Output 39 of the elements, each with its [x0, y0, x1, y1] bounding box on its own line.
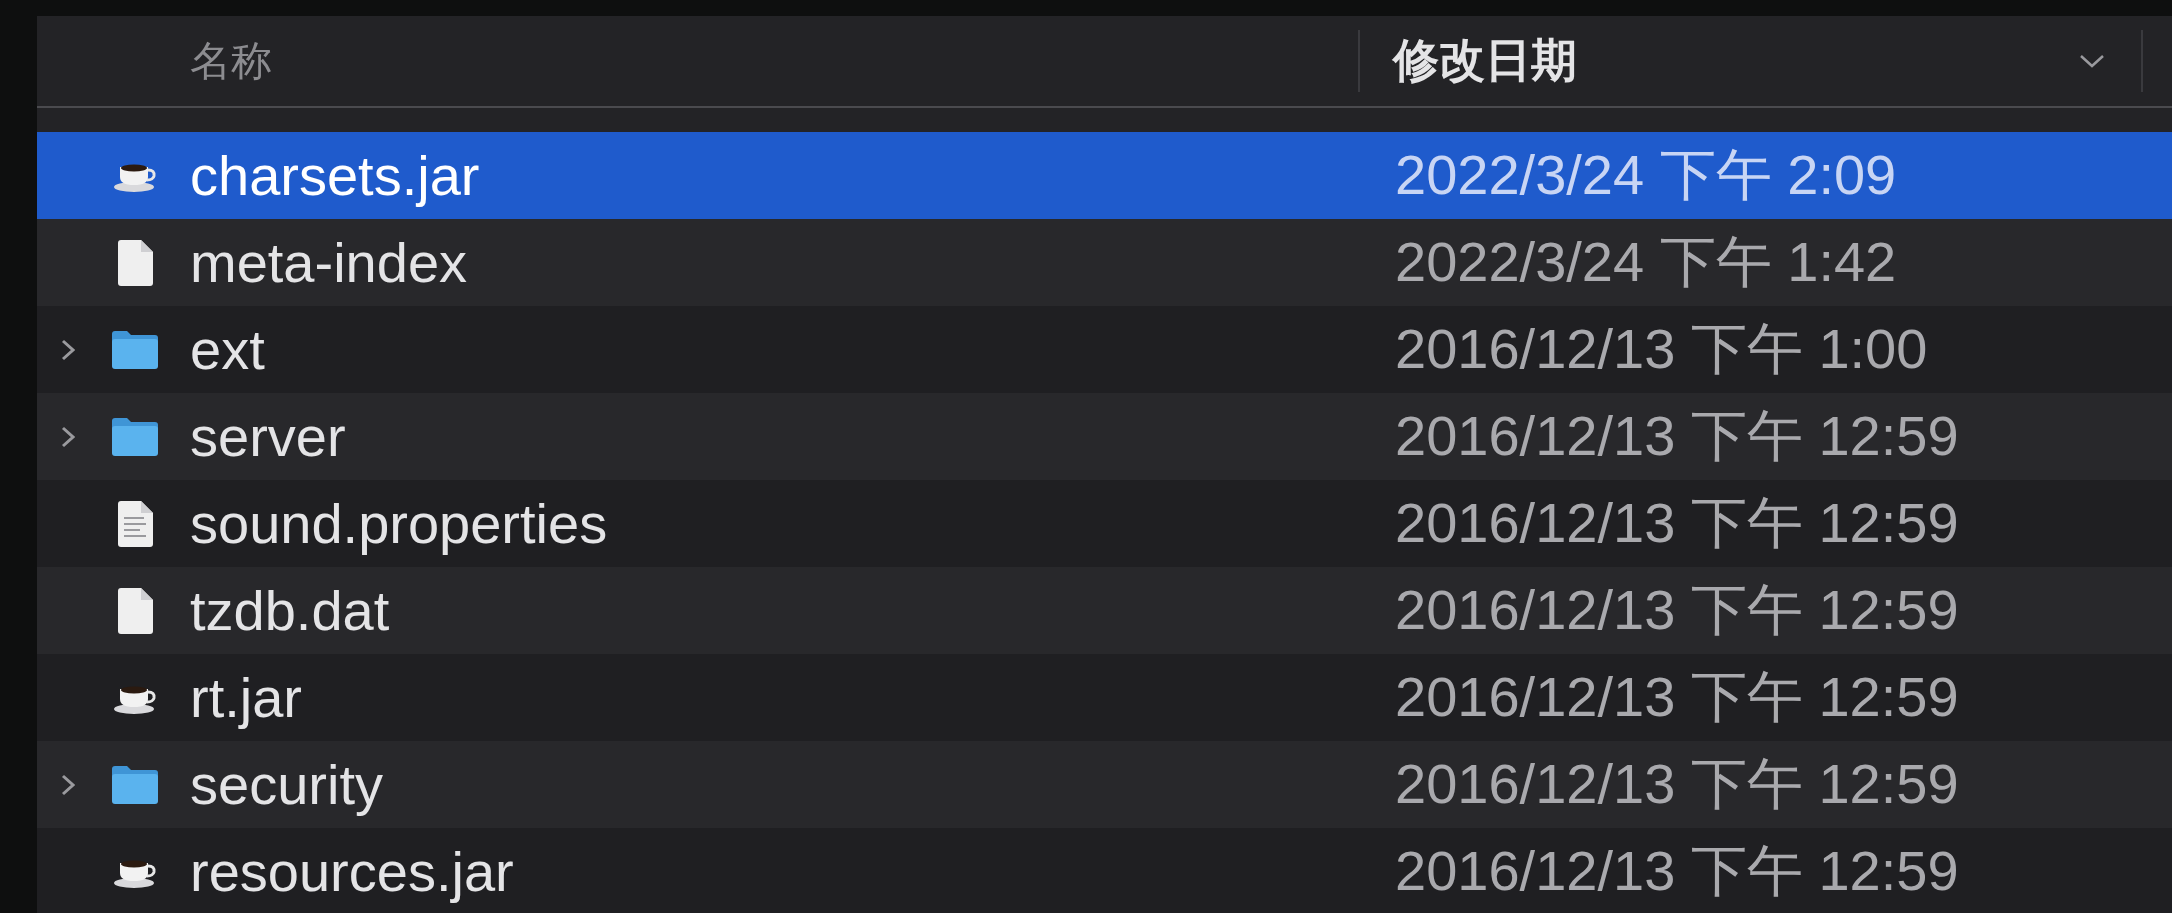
- modified-date: 2016/12/13 下午 12:59: [1394, 489, 1959, 556]
- file-row[interactable]: server 2016/12/13 下午 12:59: [37, 393, 2172, 480]
- file-row[interactable]: charsets.jar 2022/3/24 下午 2:09: [37, 132, 2172, 219]
- file-name: ext: [190, 317, 266, 382]
- file-row[interactable]: tzdb.dat 2016/12/13 下午 12:59: [37, 567, 2172, 654]
- file-row[interactable]: rt.jar 2016/12/13 下午 12:59: [37, 654, 2172, 741]
- modified-date: 2016/12/13 下午 12:59: [1394, 837, 1959, 904]
- file-name: security: [190, 752, 384, 817]
- document-icon: [116, 586, 154, 635]
- folder-icon: [111, 764, 159, 805]
- disclosure-chevron-icon[interactable]: [61, 338, 75, 361]
- column-header[interactable]: 修改日期: [1393, 30, 1577, 92]
- file-name: charsets.jar: [190, 143, 481, 208]
- file-row[interactable]: sound.properties 2016/12/13 下午 12:59: [37, 480, 2172, 567]
- file-row[interactable]: security 2016/12/13 下午 12:59: [37, 741, 2172, 828]
- file-name: server: [190, 404, 347, 469]
- modified-date: 2016/12/13 下午 12:59: [1394, 750, 1959, 817]
- document-icon: [116, 238, 154, 287]
- text-document-icon: [116, 499, 154, 548]
- file-row[interactable]: meta-index 2022/3/24 下午 1:42: [37, 219, 2172, 306]
- disclosure-chevron-icon[interactable]: [61, 773, 75, 796]
- file-name: rt.jar: [190, 665, 303, 730]
- modified-date: 2022/3/24 下午 2:09: [1394, 141, 1897, 208]
- file-row[interactable]: resources.jar 2016/12/13 下午 12:59: [37, 828, 2172, 913]
- modified-date: 2016/12/13 下午 12:59: [1394, 663, 1959, 730]
- file-name: resources.jar: [190, 839, 515, 904]
- modified-date: 2016/12/13 下午 1:00: [1394, 315, 1928, 382]
- file-name: meta-index: [190, 230, 469, 295]
- modified-date: 2016/12/13 下午 12:59: [1394, 402, 1959, 469]
- chevron-down-icon[interactable]: [2079, 54, 2105, 68]
- modified-date: 2016/12/13 下午 12:59: [1394, 576, 1959, 643]
- file-name: tzdb.dat: [190, 578, 391, 643]
- folder-icon: [111, 416, 159, 457]
- modified-date: 2022/3/24 下午 1:42: [1394, 228, 1897, 295]
- folder-icon: [111, 329, 159, 370]
- file-row[interactable]: ext 2016/12/13 下午 1:00: [37, 306, 2172, 393]
- file-name: sound.properties: [190, 491, 609, 556]
- column-header[interactable]: 名称: [190, 33, 272, 89]
- disclosure-chevron-icon[interactable]: [61, 425, 75, 448]
